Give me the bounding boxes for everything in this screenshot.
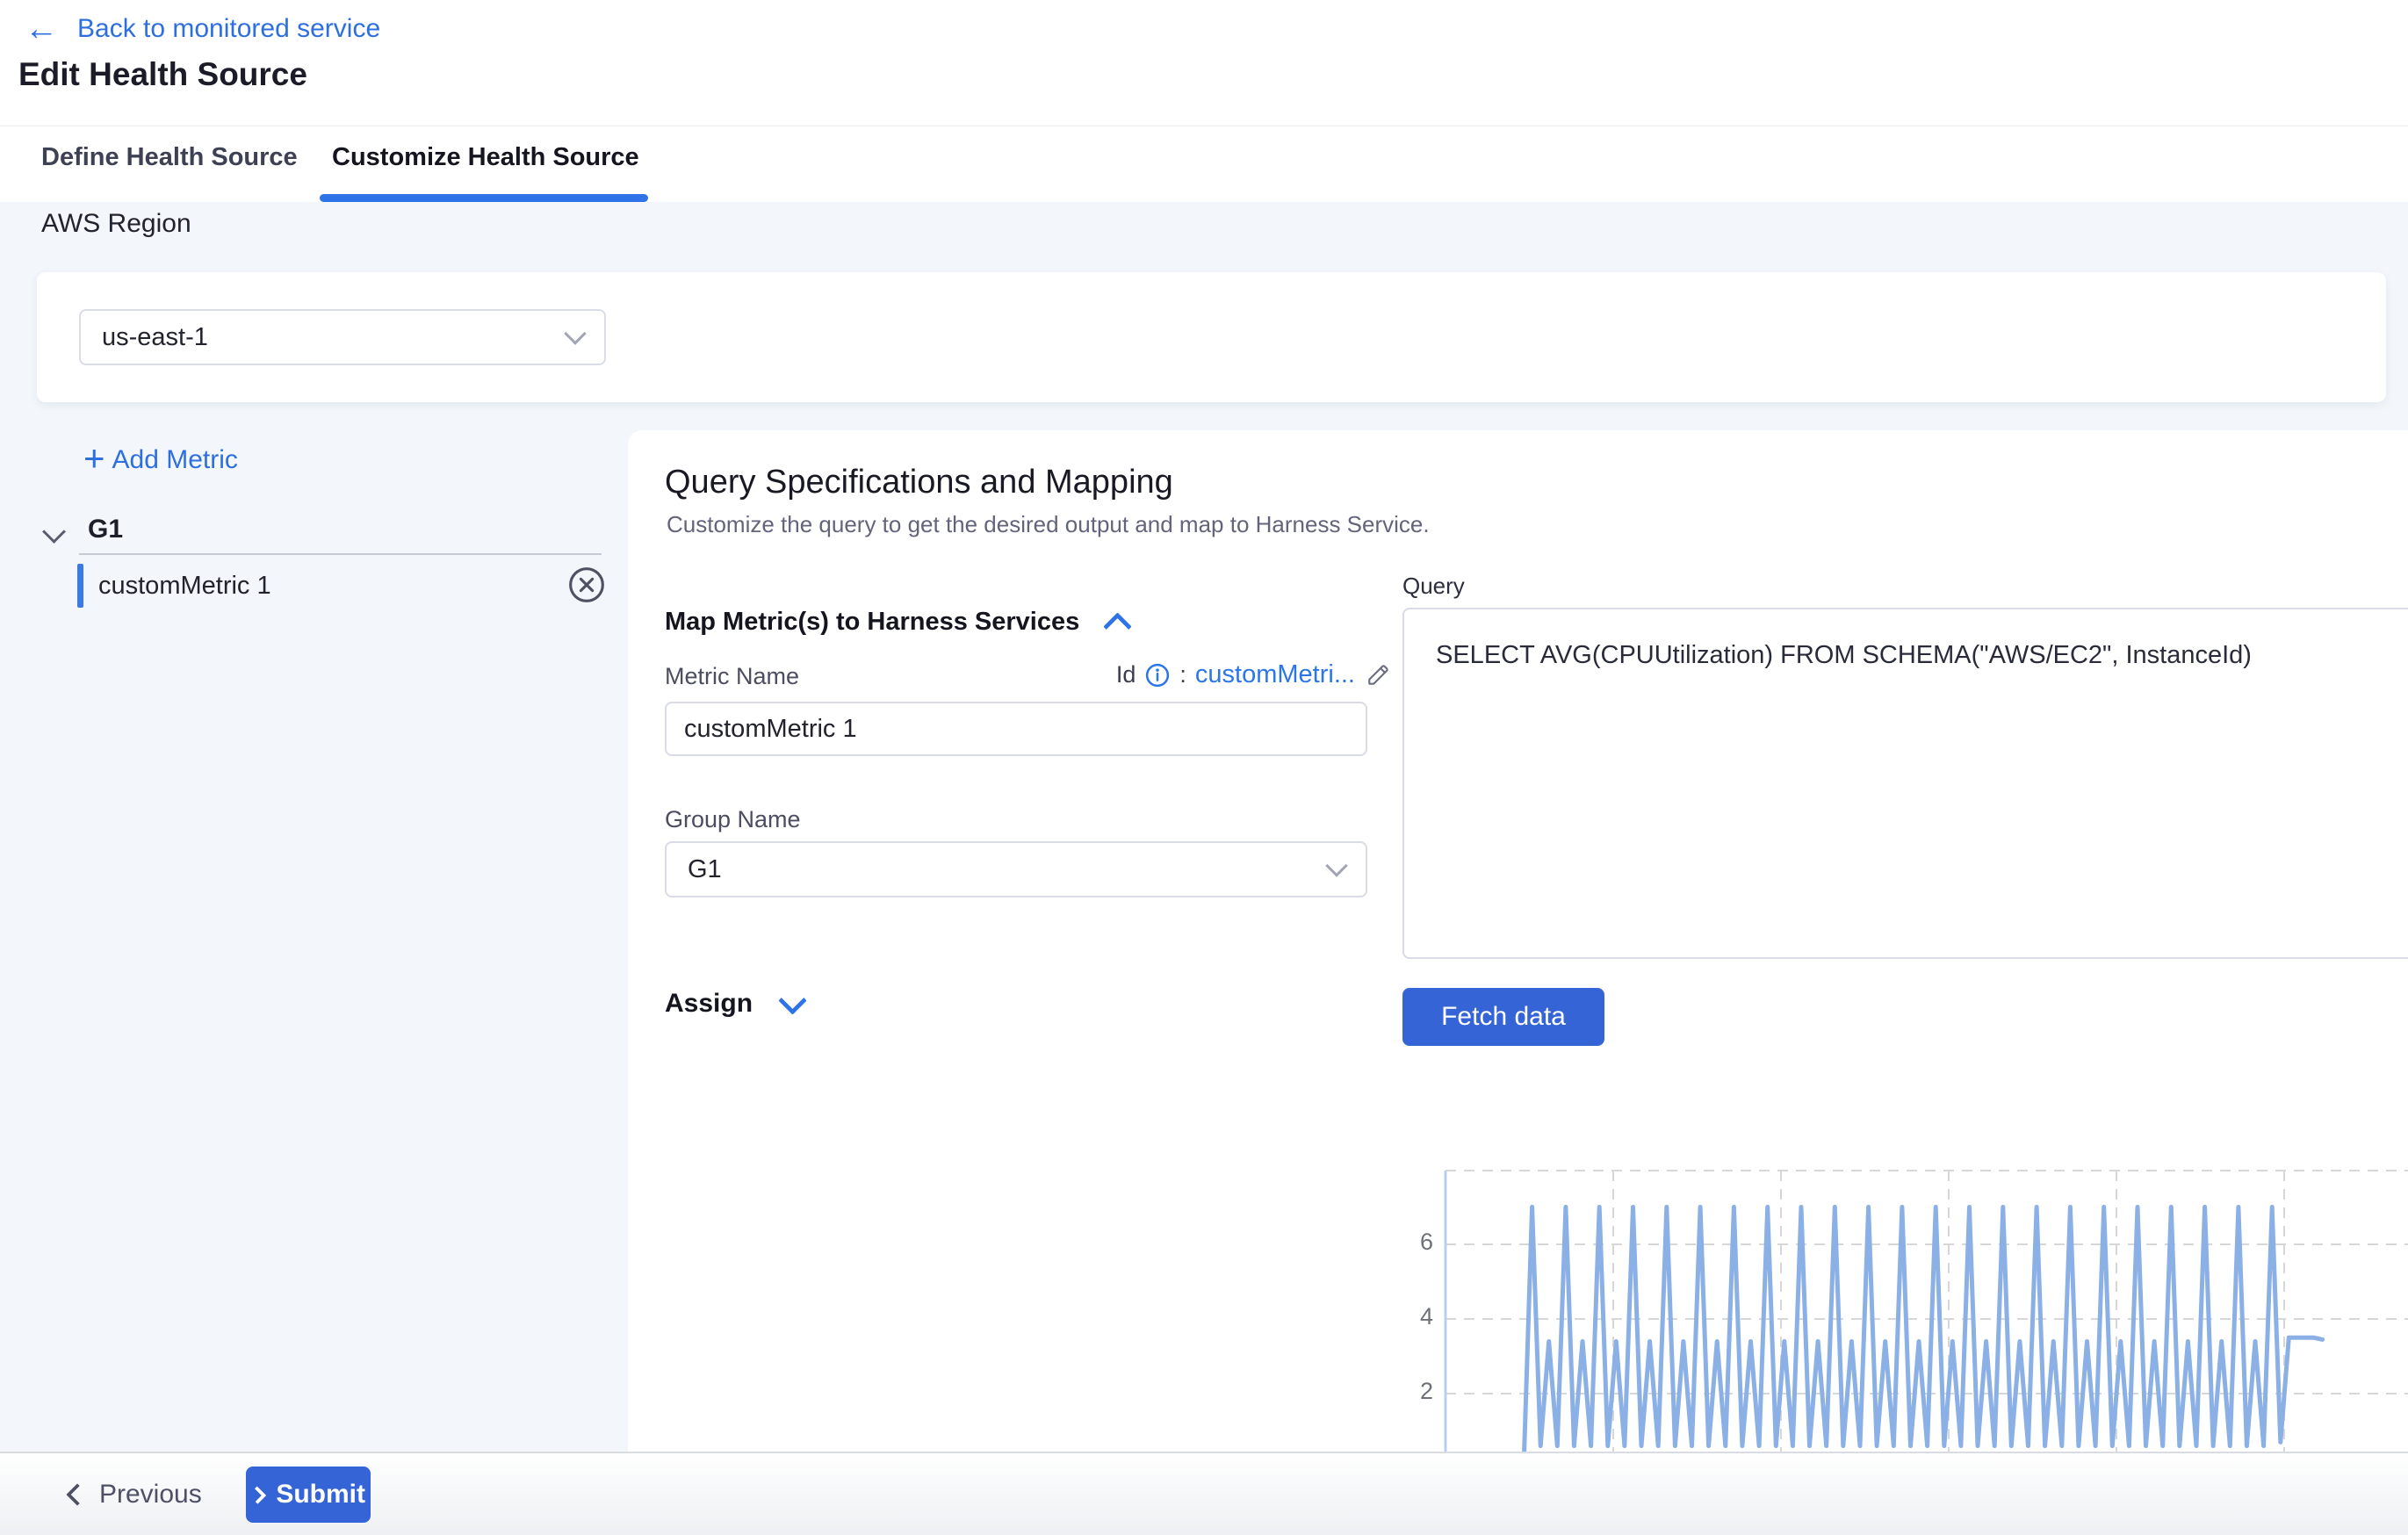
map-metrics-label: Map Metric(s) to Harness Services <box>665 608 1079 637</box>
active-tab-underline <box>320 194 648 202</box>
assign-label: Assign <box>665 989 753 1019</box>
fetch-data-label: Fetch data <box>1441 1002 1566 1032</box>
metric-id-row: Id : customMetri... <box>1093 660 1392 689</box>
metric-name-input[interactable] <box>665 702 1367 756</box>
metric-preview-chart: 6 4 2 <box>1379 1142 2408 1452</box>
tab-bar: Define Health Source Customize Health So… <box>0 126 2408 203</box>
edit-health-source-page: ← Back to monitored service Edit Health … <box>0 0 2408 1535</box>
id-prefix: Id <box>1116 661 1136 688</box>
page-title: Edit Health Source <box>18 56 307 93</box>
y-tick-6: 6 <box>1379 1229 1433 1256</box>
id-separator: : <box>1179 661 1186 688</box>
y-tick-2: 2 <box>1379 1378 1433 1405</box>
delete-metric-button[interactable] <box>567 566 606 604</box>
section-subheading: Customize the query to get the desired o… <box>667 511 1430 538</box>
previous-label: Previous <box>99 1480 202 1510</box>
fetch-data-button[interactable]: Fetch data <box>1402 988 1604 1046</box>
assign-section-toggle[interactable]: Assign <box>665 989 803 1019</box>
footer-bar: Previous Submit <box>0 1452 2408 1535</box>
tab-define-health-source[interactable]: Define Health Source <box>41 143 298 172</box>
query-text: SELECT AVG(CPUUtilization) FROM SCHEMA("… <box>1436 641 2252 669</box>
selected-metric-indicator <box>77 564 83 608</box>
edit-pencil-icon[interactable] <box>1364 661 1392 689</box>
metric-list-item[interactable]: customMetric 1 <box>98 564 608 608</box>
plus-icon: + <box>83 440 105 477</box>
group-name-value: G1 <box>688 855 1329 884</box>
circle-x-icon <box>567 566 606 604</box>
back-arrow-icon: ← <box>25 12 58 46</box>
aws-region-label: AWS Region <box>41 209 191 239</box>
metric-id-link[interactable]: customMetri... <box>1195 660 1355 689</box>
info-icon[interactable] <box>1144 662 1171 688</box>
y-tick-4: 4 <box>1379 1303 1433 1330</box>
chart-canvas <box>1379 1142 2408 1452</box>
add-metric-button[interactable]: + Add Metric <box>83 439 238 481</box>
submit-label: Submit <box>276 1480 365 1510</box>
back-link-label: Back to monitored service <box>77 14 380 44</box>
back-link[interactable]: ← Back to monitored service <box>25 12 380 46</box>
section-heading: Query Specifications and Mapping <box>665 464 1173 501</box>
submit-button[interactable]: Submit <box>246 1467 371 1523</box>
chevron-up-icon <box>1103 612 1132 641</box>
group-collapse-row[interactable] <box>46 523 62 544</box>
chevron-left-icon <box>66 1483 88 1505</box>
aws-region-card: us-east-1 <box>37 272 2386 402</box>
aws-region-value: us-east-1 <box>102 323 567 352</box>
chevron-down-icon <box>564 322 586 344</box>
metric-item-label: customMetric 1 <box>98 572 271 601</box>
aws-region-select[interactable]: us-east-1 <box>79 309 606 365</box>
group-divider <box>79 553 602 555</box>
add-metric-label: Add Metric <box>112 445 238 475</box>
chevron-down-icon <box>1325 854 1347 876</box>
chevron-down-icon <box>778 986 807 1015</box>
chevron-down-icon <box>42 520 66 544</box>
group-name-label: Group Name <box>665 806 801 833</box>
metric-name-label: Metric Name <box>665 663 799 690</box>
chevron-right-icon <box>249 1486 267 1504</box>
group-name-select[interactable]: G1 <box>665 841 1367 897</box>
previous-button[interactable]: Previous <box>69 1469 202 1520</box>
query-label: Query <box>1402 573 1465 600</box>
tab-customize-health-source[interactable]: Customize Health Source <box>332 143 639 172</box>
metric-group-name: G1 <box>88 515 123 544</box>
query-textarea[interactable]: SELECT AVG(CPUUtilization) FROM SCHEMA("… <box>1402 608 2408 959</box>
map-metrics-section-toggle[interactable]: Map Metric(s) to Harness Services <box>665 608 1128 637</box>
metric-series-line <box>1524 1207 2323 1452</box>
